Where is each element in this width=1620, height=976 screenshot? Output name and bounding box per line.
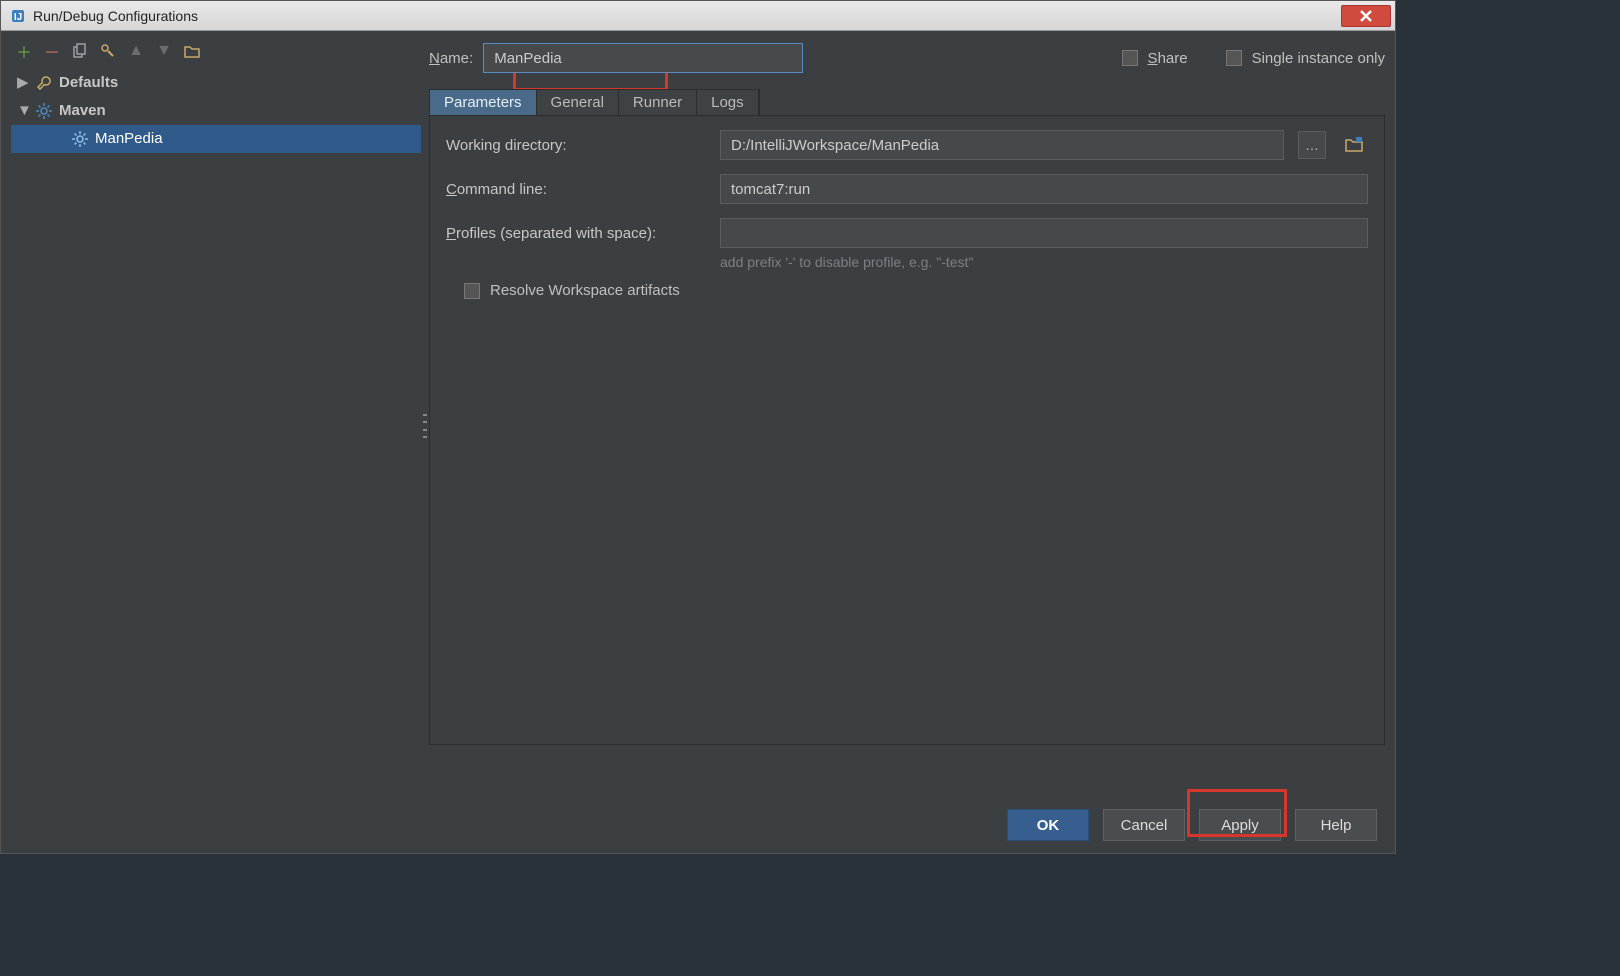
copy-config-icon[interactable] bbox=[71, 42, 89, 60]
chevron-down-icon: ▼ bbox=[17, 97, 29, 125]
dialog-window: IJ Run/Debug Configurations ＋ － ▲ ▼ bbox=[0, 0, 1396, 854]
config-tree[interactable]: ▶ Defaults ▼ Maven bbox=[11, 69, 421, 787]
name-input[interactable] bbox=[483, 43, 803, 73]
ok-button[interactable]: OK bbox=[1007, 809, 1089, 841]
window-title: Run/Debug Configurations bbox=[33, 8, 198, 24]
parameters-pane: Working directory: … Command line: Profi… bbox=[429, 115, 1385, 745]
tree-toolbar: ＋ － ▲ ▼ bbox=[11, 41, 421, 69]
cancel-button[interactable]: Cancel bbox=[1103, 809, 1185, 841]
share-label: Share bbox=[1148, 50, 1188, 67]
folder-icon[interactable] bbox=[183, 42, 201, 60]
dialog-footer: OK Cancel Apply Help bbox=[1, 797, 1395, 853]
tree-defaults-label: Defaults bbox=[59, 69, 118, 97]
edit-defaults-icon[interactable] bbox=[99, 42, 117, 60]
apply-button[interactable]: Apply bbox=[1199, 809, 1281, 841]
config-tree-panel: ＋ － ▲ ▼ ▶ bbox=[11, 41, 421, 787]
help-button[interactable]: Help bbox=[1295, 809, 1377, 841]
command-line-label: Command line: bbox=[446, 181, 706, 198]
wrench-icon bbox=[35, 75, 53, 91]
move-down-icon[interactable]: ▼ bbox=[155, 42, 173, 60]
tab-logs[interactable]: Logs bbox=[697, 90, 759, 115]
close-button[interactable] bbox=[1341, 5, 1391, 27]
name-label: Name: bbox=[429, 50, 473, 67]
single-instance-checkbox[interactable] bbox=[1226, 50, 1242, 66]
gear-icon bbox=[35, 103, 53, 119]
profiles-label: Profiles (separated with space): bbox=[446, 225, 706, 242]
app-icon: IJ bbox=[9, 7, 27, 25]
command-line-input[interactable] bbox=[720, 174, 1368, 204]
tab-runner[interactable]: Runner bbox=[619, 90, 697, 115]
working-dir-input[interactable] bbox=[720, 130, 1284, 160]
tab-bar: Parameters General Runner Logs bbox=[429, 89, 760, 115]
svg-text:IJ: IJ bbox=[14, 12, 22, 23]
tree-maven[interactable]: ▼ Maven bbox=[11, 97, 421, 125]
tab-parameters[interactable]: Parameters bbox=[430, 90, 537, 115]
working-dir-label: Working directory: bbox=[446, 137, 706, 154]
remove-config-icon[interactable]: － bbox=[43, 42, 61, 60]
resolve-workspace-checkbox[interactable] bbox=[464, 283, 480, 299]
config-editor-panel: Name: Share Single instance only Paramet… bbox=[429, 41, 1385, 787]
browse-button[interactable]: … bbox=[1298, 131, 1326, 159]
gear-icon bbox=[71, 131, 89, 147]
tree-item-manpedia[interactable]: ManPedia bbox=[11, 125, 421, 153]
add-config-icon[interactable]: ＋ bbox=[15, 42, 33, 60]
single-instance-label: Single instance only bbox=[1252, 50, 1385, 67]
tree-defaults[interactable]: ▶ Defaults bbox=[11, 69, 421, 97]
tree-item-label: ManPedia bbox=[95, 125, 163, 153]
share-checkbox[interactable] bbox=[1122, 50, 1138, 66]
resolve-workspace-label: Resolve Workspace artifacts bbox=[490, 282, 680, 299]
profiles-hint: add prefix '-' to disable profile, e.g. … bbox=[720, 254, 1368, 270]
tab-general[interactable]: General bbox=[537, 90, 619, 115]
chevron-right-icon: ▶ bbox=[17, 69, 29, 97]
titlebar: IJ Run/Debug Configurations bbox=[1, 1, 1395, 31]
move-up-icon[interactable]: ▲ bbox=[127, 42, 145, 60]
profiles-input[interactable] bbox=[720, 218, 1368, 248]
folder-browse-icon[interactable] bbox=[1340, 131, 1368, 159]
tree-maven-label: Maven bbox=[59, 97, 106, 125]
